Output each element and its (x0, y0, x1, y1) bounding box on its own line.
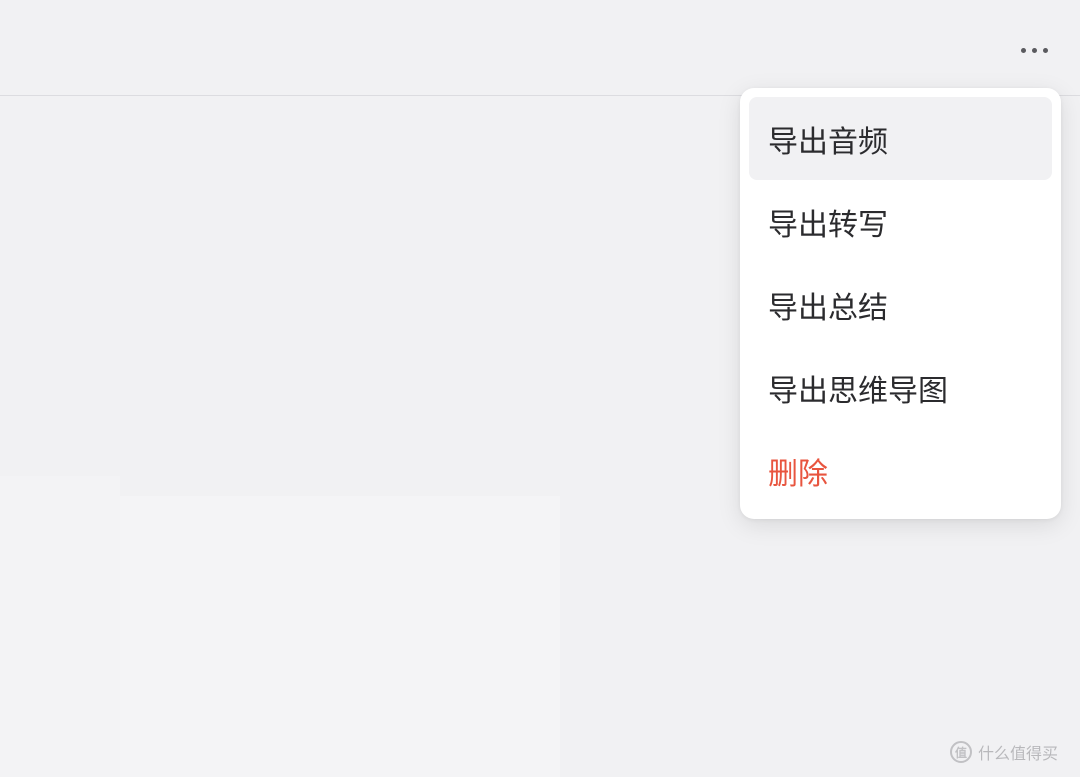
background-shape (120, 496, 560, 777)
more-dot-icon (1020, 47, 1026, 53)
header-bar (0, 0, 1080, 96)
menu-item-export-transcript[interactable]: 导出转写 (749, 180, 1052, 263)
background-shape (0, 476, 120, 777)
menu-item-label: 导出总结 (768, 290, 888, 326)
menu-item-export-audio[interactable]: 导出音频 (749, 97, 1052, 180)
watermark: 值 什么值得买 (950, 740, 1058, 764)
menu-item-delete[interactable]: 删除 (749, 429, 1052, 512)
more-dot-icon (1042, 47, 1048, 53)
more-dot-icon (1031, 47, 1037, 53)
menu-item-export-summary[interactable]: 导出总结 (749, 263, 1052, 346)
watermark-logo-icon: 值 (950, 741, 972, 763)
menu-item-label: 删除 (768, 456, 828, 492)
menu-item-label: 导出思维导图 (768, 373, 948, 409)
export-menu: 导出音频 导出转写 导出总结 导出思维导图 删除 (740, 88, 1061, 519)
watermark-text: 什么值得买 (978, 744, 1059, 763)
menu-item-label: 导出音频 (768, 124, 888, 160)
menu-item-label: 导出转写 (768, 207, 888, 243)
menu-item-export-mindmap[interactable]: 导出思维导图 (749, 346, 1052, 429)
more-options-button[interactable] (1008, 34, 1060, 66)
